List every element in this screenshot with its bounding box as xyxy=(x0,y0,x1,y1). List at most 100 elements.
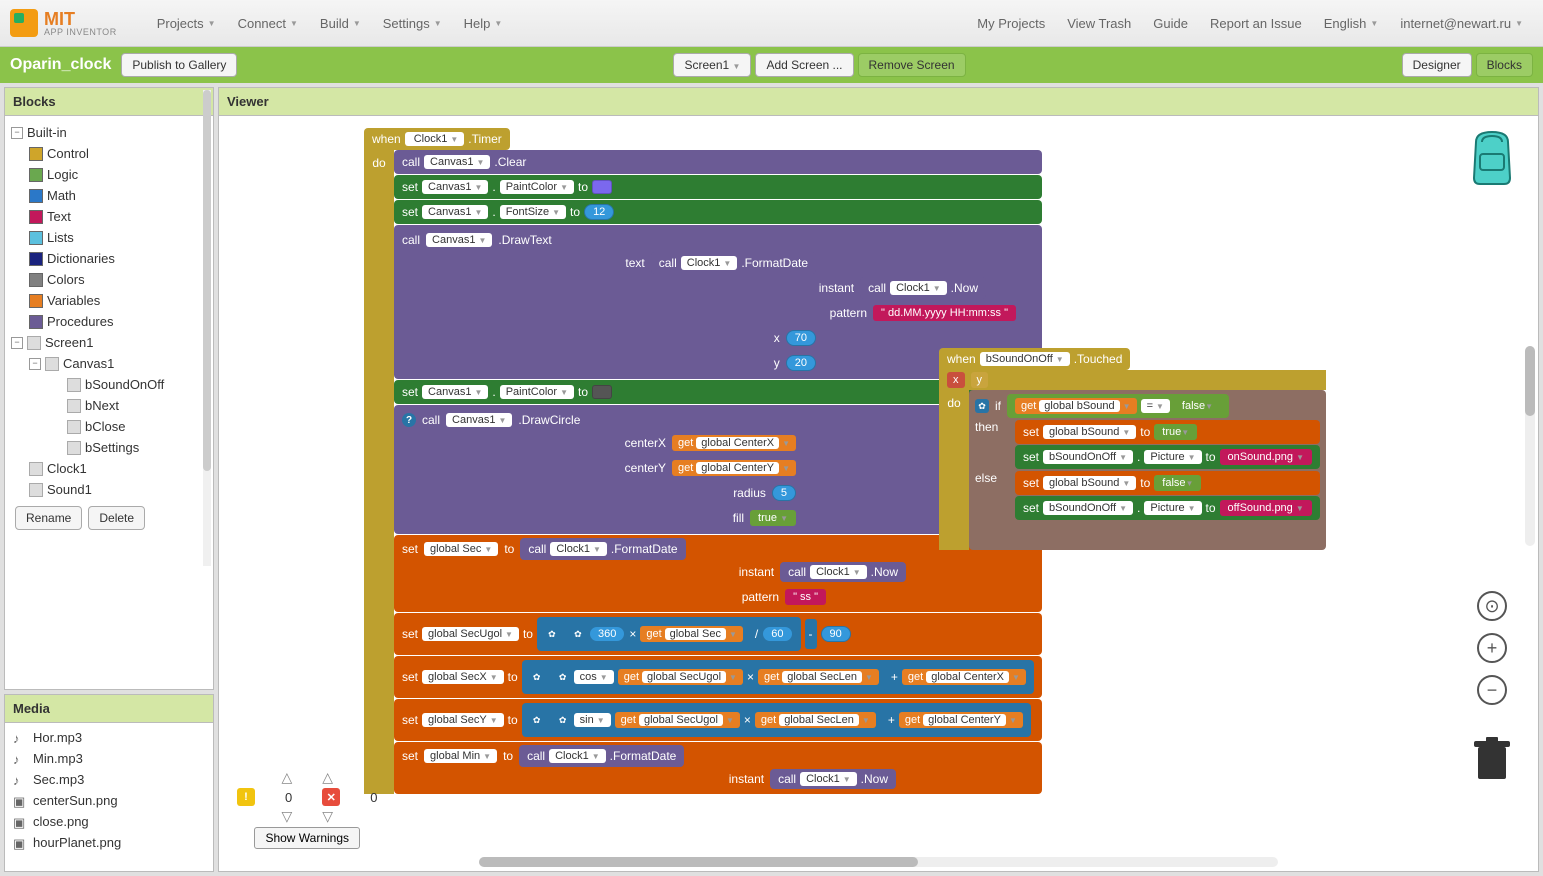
tree-sound1[interactable]: Sound1 xyxy=(9,479,209,500)
rename-button[interactable]: Rename xyxy=(15,506,82,530)
gear-icon[interactable]: ✿ xyxy=(556,713,570,727)
zoom-in-button[interactable]: + xyxy=(1477,633,1507,663)
blocks-canvas[interactable]: when Clock1▼ .Timer do callCanvas1▼.Clea… xyxy=(219,116,1538,871)
menu-language[interactable]: English▼ xyxy=(1314,10,1389,37)
add-screen-button[interactable]: Add Screen ... xyxy=(755,53,853,77)
set-bsoundonoff-picture-off[interactable]: setbSoundOnOff▼. Picture▼to offSound.png… xyxy=(1015,496,1320,520)
set-global-secy[interactable]: setglobal SecY▼to ✿ ✿ sin▼ getglobal Sec… xyxy=(394,699,1042,741)
tree-builtin[interactable]: −Built-in xyxy=(9,122,209,143)
nav-up-icon[interactable]: △ xyxy=(322,769,333,786)
show-warnings-button[interactable]: Show Warnings xyxy=(254,827,360,849)
menu-settings[interactable]: Settings▼ xyxy=(373,10,452,37)
logo-subtitle: APP INVENTOR xyxy=(44,28,117,37)
menu-report-issue[interactable]: Report an Issue xyxy=(1200,10,1312,37)
cat-variables[interactable]: Variables xyxy=(9,290,209,311)
set-gbsound-false[interactable]: setglobal bSound▼to false▼ xyxy=(1015,471,1320,495)
caret-down-icon: ▼ xyxy=(208,19,216,28)
help-icon[interactable]: ? xyxy=(402,413,416,427)
cat-procedures[interactable]: Procedures xyxy=(9,311,209,332)
gear-icon[interactable]: ✿ xyxy=(975,399,989,413)
delete-button[interactable]: Delete xyxy=(88,506,145,530)
screen-icon xyxy=(27,336,41,350)
menu-account[interactable]: internet@newart.ru▼ xyxy=(1390,10,1533,37)
media-panel-header: Media xyxy=(5,695,213,723)
designer-button[interactable]: Designer xyxy=(1402,53,1472,77)
media-item[interactable]: ▣centerSun.png xyxy=(13,790,205,811)
media-panel: Media ♪Hor.mp3 ♪Min.mp3 ♪Sec.mp3 ▣center… xyxy=(4,694,214,872)
audio-icon: ♪ xyxy=(13,731,27,745)
vertical-scrollbar[interactable] xyxy=(1525,346,1535,546)
caret-down-icon: ▼ xyxy=(1370,19,1378,28)
tree-screen1[interactable]: −Screen1 xyxy=(9,332,209,353)
call-canvas-clear[interactable]: callCanvas1▼.Clear xyxy=(394,150,1042,174)
trash-icon[interactable] xyxy=(1472,737,1512,781)
horizontal-scrollbar[interactable] xyxy=(479,857,1278,867)
set-global-secugol[interactable]: setglobal SecUgol▼to ✿ ✿ 360× getglobal … xyxy=(394,613,1042,655)
media-item[interactable]: ♪Hor.mp3 xyxy=(13,727,205,748)
caret-down-icon: ▼ xyxy=(353,19,361,28)
tree-clock1[interactable]: Clock1 xyxy=(9,458,209,479)
set-bsoundonoff-picture-on[interactable]: setbSoundOnOff▼. Picture▼to onSound.png … xyxy=(1015,445,1320,469)
gear-icon[interactable]: ✿ xyxy=(530,713,544,727)
gear-icon[interactable]: ✿ xyxy=(556,670,570,684)
main-menu-left: Projects▼ Connect▼ Build▼ Settings▼ Help… xyxy=(147,10,513,37)
set-canvas-fontsize[interactable]: setCanvas1▼. FontSize▼ to12 xyxy=(394,200,1042,224)
set-global-min[interactable]: setglobal Min▼to callClock1▼.FormatDate … xyxy=(394,742,1042,794)
nav-down-icon[interactable]: ▽ xyxy=(281,808,292,825)
cat-colors[interactable]: Colors xyxy=(9,269,209,290)
collapse-icon[interactable]: − xyxy=(29,358,41,370)
cat-logic[interactable]: Logic xyxy=(9,164,209,185)
gear-icon[interactable]: ✿ xyxy=(571,627,585,641)
blocks-button[interactable]: Blocks xyxy=(1476,53,1533,77)
tree-canvas1[interactable]: −Canvas1 xyxy=(9,353,209,374)
cat-text[interactable]: Text xyxy=(9,206,209,227)
if-block[interactable]: ✿ if getglobal bSound▼ =▼ false▼ then xyxy=(969,390,1326,550)
media-item[interactable]: ▣hourPlanet.png xyxy=(13,832,205,853)
menu-help[interactable]: Help▼ xyxy=(454,10,513,37)
main-area: Blocks −Built-in Control Logic Math Text… xyxy=(0,83,1543,876)
image-icon: ▣ xyxy=(13,794,27,808)
media-item[interactable]: ▣close.png xyxy=(13,811,205,832)
backpack-icon[interactable] xyxy=(1466,128,1518,189)
tree-bsoundonoff[interactable]: bSoundOnOff xyxy=(9,374,209,395)
event-block-bsoundonoff-touched[interactable]: when bSoundOnOff▼ .Touched x y do ✿ if xyxy=(939,348,1326,550)
gear-icon[interactable]: ✿ xyxy=(530,670,544,684)
menu-guide[interactable]: Guide xyxy=(1143,10,1198,37)
sound-icon xyxy=(29,483,43,497)
cat-math[interactable]: Math xyxy=(9,185,209,206)
param-x[interactable]: x xyxy=(947,372,965,388)
project-name: Oparin_clock xyxy=(10,56,111,74)
tree-bnext[interactable]: bNext xyxy=(9,395,209,416)
menu-projects[interactable]: Projects▼ xyxy=(147,10,226,37)
set-canvas-paintcolor-1[interactable]: setCanvas1▼. PaintColor▼ to xyxy=(394,175,1042,199)
center-button[interactable]: ⊙ xyxy=(1477,591,1507,621)
media-item[interactable]: ♪Sec.mp3 xyxy=(13,769,205,790)
collapse-icon[interactable]: − xyxy=(11,337,23,349)
category-color-icon xyxy=(29,189,43,203)
tree-bclose[interactable]: bClose xyxy=(9,416,209,437)
category-color-icon xyxy=(29,252,43,266)
publish-button[interactable]: Publish to Gallery xyxy=(121,53,237,77)
tree-bsettings[interactable]: bSettings xyxy=(9,437,209,458)
sidebar-scrollbar[interactable] xyxy=(203,116,211,566)
remove-screen-button[interactable]: Remove Screen xyxy=(858,53,966,77)
menu-build[interactable]: Build▼ xyxy=(310,10,371,37)
zoom-out-button[interactable]: − xyxy=(1477,675,1507,705)
project-bar: Oparin_clock Publish to Gallery Screen1 … xyxy=(0,47,1543,83)
cat-dictionaries[interactable]: Dictionaries xyxy=(9,248,209,269)
nav-up-icon[interactable]: △ xyxy=(281,769,292,786)
cat-control[interactable]: Control xyxy=(9,143,209,164)
media-item[interactable]: ♪Min.mp3 xyxy=(13,748,205,769)
cat-lists[interactable]: Lists xyxy=(9,227,209,248)
menu-my-projects[interactable]: My Projects xyxy=(967,10,1055,37)
set-gbsound-true[interactable]: setglobal bSound▼to true▼ xyxy=(1015,420,1320,444)
param-y[interactable]: y xyxy=(971,372,989,388)
screen-dropdown[interactable]: Screen1 ▼ xyxy=(673,53,751,77)
set-global-secx[interactable]: setglobal SecX▼to ✿ ✿ cos▼ getglobal Sec… xyxy=(394,656,1042,698)
gear-icon[interactable]: ✿ xyxy=(545,627,559,641)
category-color-icon xyxy=(29,273,43,287)
menu-view-trash[interactable]: View Trash xyxy=(1057,10,1141,37)
nav-down-icon[interactable]: ▽ xyxy=(322,808,333,825)
menu-connect[interactable]: Connect▼ xyxy=(228,10,308,37)
collapse-icon[interactable]: − xyxy=(11,127,23,139)
